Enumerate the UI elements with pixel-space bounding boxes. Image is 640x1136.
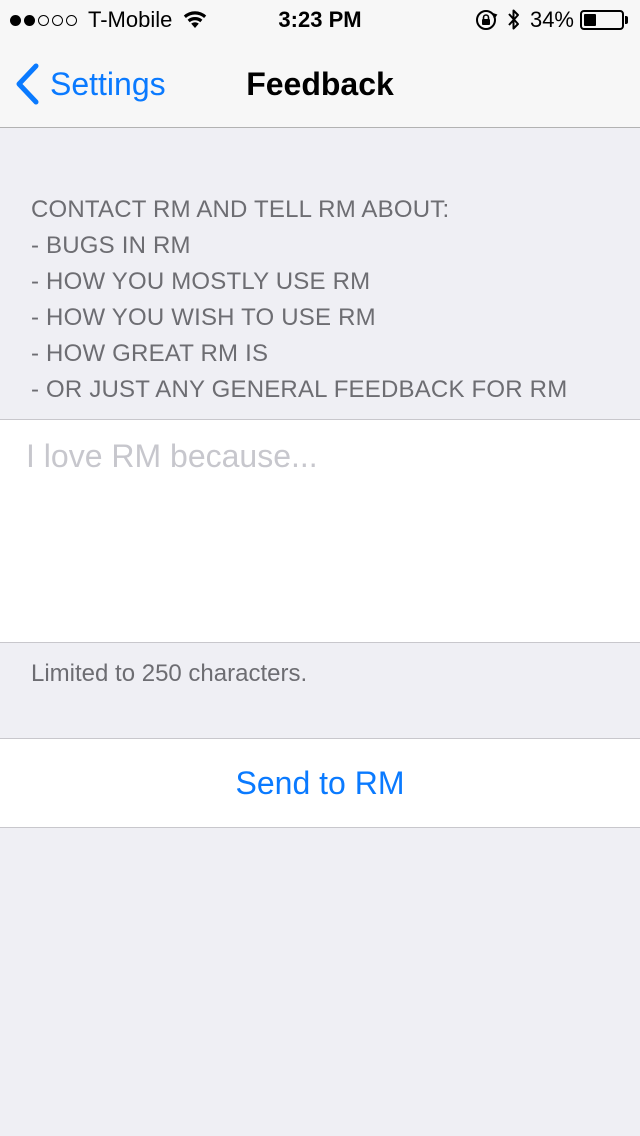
status-bar-left: T-Mobile <box>10 0 208 40</box>
battery-icon <box>580 10 624 30</box>
back-button-label: Settings <box>50 65 166 102</box>
instruction-line: - HOW YOU WISH TO USE RM <box>31 304 376 331</box>
instruction-line: - BUGS IN RM <box>31 232 191 259</box>
status-bar: T-Mobile 3:23 PM 34% <box>0 0 640 40</box>
send-button[interactable]: Send to RM <box>0 738 640 828</box>
wifi-icon <box>182 10 208 30</box>
instruction-line: - OR JUST ANY GENERAL FEEDBACK FOR RM <box>31 376 568 403</box>
orientation-lock-icon <box>475 10 498 30</box>
character-limit-note: Limited to 250 characters. <box>31 660 308 687</box>
chevron-left-icon <box>16 63 39 105</box>
navigation-bar: Settings Feedback <box>0 40 640 128</box>
feedback-instructions: CONTACT RM AND TELL RM ABOUT: - BUGS IN … <box>31 192 621 408</box>
battery-percent: 34% <box>529 7 574 32</box>
bluetooth-icon <box>508 9 519 30</box>
send-button-label: Send to RM <box>235 764 405 801</box>
back-button[interactable]: Settings <box>14 40 166 128</box>
signal-dot <box>24 14 35 26</box>
signal-strength-icon <box>10 14 80 26</box>
signal-dot <box>52 14 63 26</box>
instruction-line: - HOW GREAT RM IS <box>31 340 269 367</box>
signal-dot <box>10 14 21 26</box>
status-bar-right: 34% <box>474 0 628 40</box>
signal-dot <box>38 14 49 26</box>
battery-nub <box>625 16 628 24</box>
signal-dot <box>66 14 77 26</box>
carrier-name: T-Mobile <box>88 7 173 32</box>
instruction-line: CONTACT RM AND TELL RM ABOUT: <box>31 196 450 223</box>
instruction-line: - HOW YOU MOSTLY USE RM <box>31 268 371 295</box>
feedback-textarea[interactable] <box>26 438 614 628</box>
battery-fill <box>584 14 597 26</box>
feedback-cell <box>0 419 640 643</box>
